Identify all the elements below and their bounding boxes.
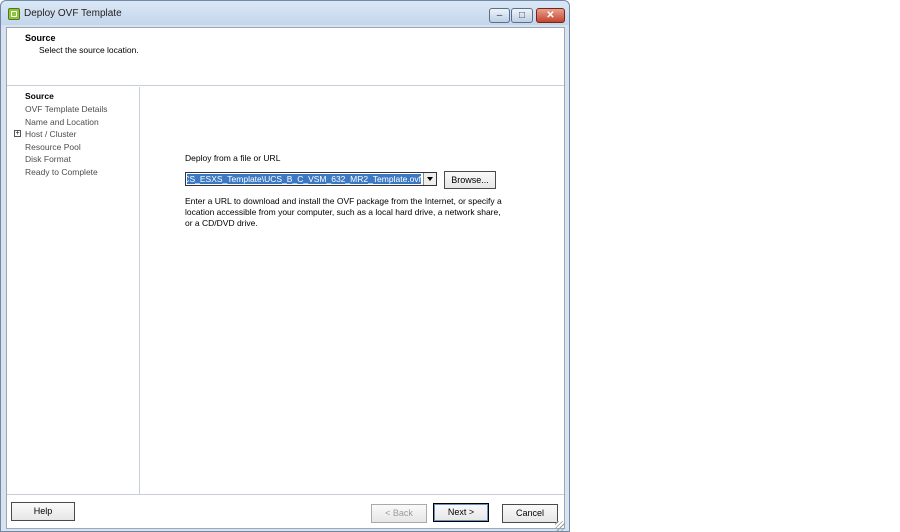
source-location-input[interactable]: CS_ESXS_Template\UCS_B_C_VSM_632_MR2_Tem… [187, 174, 421, 184]
nav-step-disk-format[interactable]: Disk Format [25, 154, 71, 164]
nav-step-resource-pool[interactable]: Resource Pool [25, 142, 81, 152]
wizard-content: Source Select the source location. Sourc… [6, 27, 565, 529]
wizard-header: Source Select the source location. [7, 28, 564, 86]
source-description: Enter a URL to download and install the … [185, 196, 502, 228]
browse-button[interactable]: Browse... [444, 171, 496, 189]
expand-plus-icon[interactable]: + [14, 130, 21, 137]
help-button[interactable]: Help [11, 502, 75, 521]
title-bar[interactable]: Deploy OVF Template – □ ✕ [1, 1, 569, 25]
nav-step-host-cluster[interactable]: Host / Cluster [25, 129, 77, 139]
deploy-ovf-window: Deploy OVF Template – □ ✕ Source Select … [0, 0, 570, 532]
source-location-combobox[interactable]: CS_ESXS_Template\UCS_B_C_VSM_632_MR2_Tem… [185, 172, 437, 186]
minimize-button[interactable]: – [489, 8, 510, 23]
chevron-down-icon[interactable] [423, 173, 436, 185]
footer-divider [7, 494, 564, 495]
window-title: Deploy OVF Template [24, 8, 122, 19]
maximize-button[interactable]: □ [511, 8, 533, 23]
nav-step-ready-to-complete[interactable]: Ready to Complete [25, 167, 98, 177]
cancel-button[interactable]: Cancel [502, 504, 558, 523]
minimize-icon: – [496, 10, 503, 21]
nav-step-name-and-location[interactable]: Name and Location [25, 117, 99, 127]
page-subtitle: Select the source location. [39, 45, 139, 55]
wizard-steps-nav: Source OVF Template Details Name and Loc… [7, 87, 140, 494]
nav-step-source[interactable]: Source [25, 91, 54, 101]
page-title: Source [25, 33, 56, 43]
deploy-source-label: Deploy from a file or URL [185, 153, 281, 163]
next-button[interactable]: Next > [433, 503, 489, 522]
maximize-icon: □ [518, 10, 526, 21]
resize-grip-icon[interactable] [555, 521, 565, 531]
close-icon: ✕ [546, 10, 555, 21]
close-button[interactable]: ✕ [536, 8, 565, 23]
vsphere-app-icon [8, 8, 20, 20]
back-button[interactable]: < Back [371, 504, 427, 523]
nav-step-ovf-template-details[interactable]: OVF Template Details [25, 104, 108, 114]
